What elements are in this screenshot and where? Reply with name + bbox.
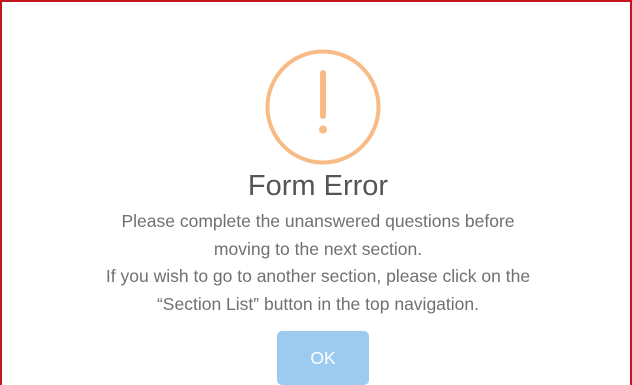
message-line: moving to the next section.	[213, 238, 423, 259]
message-line: “Section List” button in the top navigat…	[156, 293, 479, 314]
dialog-message: Please complete the unanswered questions…	[22, 208, 614, 318]
form-error-dialog: Form Error Please complete the unanswere…	[0, 0, 632, 385]
dialog-title: Form Error	[247, 170, 389, 202]
ok-button[interactable]: OK	[277, 331, 369, 385]
warning-icon	[264, 48, 382, 166]
message-line: If you wish to go to another section, pl…	[105, 266, 531, 286]
message-line: Please complete the unanswered questions…	[121, 211, 515, 231]
